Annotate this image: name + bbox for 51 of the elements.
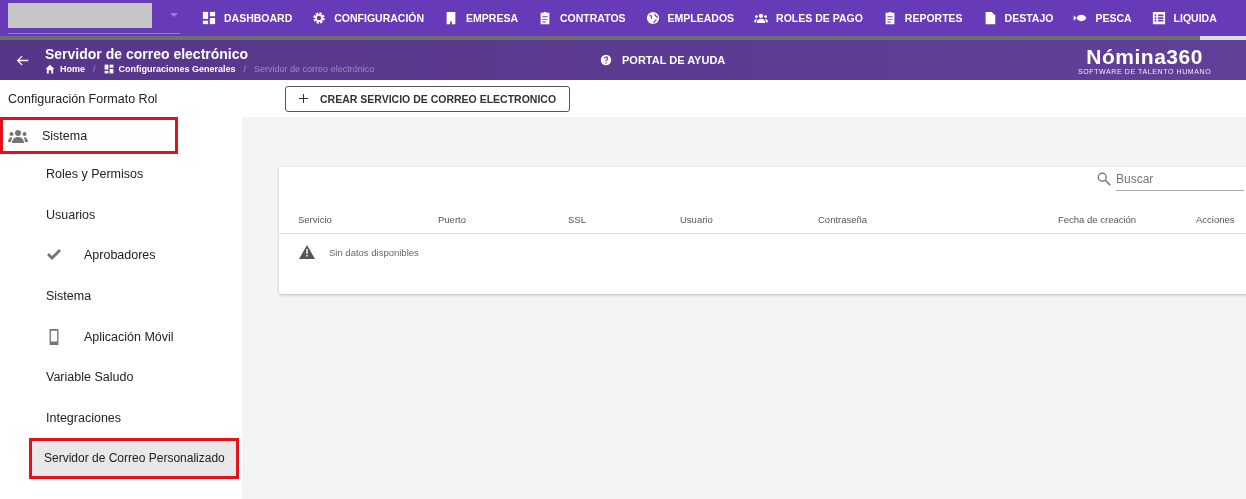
dashboard-icon — [202, 11, 216, 25]
company-select[interactable] — [8, 2, 180, 34]
globe-icon — [645, 11, 660, 25]
back-arrow-icon[interactable] — [16, 53, 29, 67]
column-header[interactable]: SSL — [568, 213, 680, 225]
nav-menu-item[interactable]: DASHBOARD — [192, 3, 303, 33]
column-header[interactable]: Usuario — [680, 213, 818, 225]
column-header[interactable]: Fecha de creación — [1058, 213, 1196, 225]
home-icon — [45, 64, 55, 74]
nav-menu-item[interactable]: LIQUIDA — [1141, 3, 1227, 33]
column-header[interactable]: Servicio — [298, 213, 438, 225]
sidebar-item[interactable]: Usuarios — [0, 194, 242, 236]
sidebar-item[interactable]: Aprobadores — [0, 235, 242, 276]
empty-message: Sin datos disponibles — [329, 246, 419, 258]
warning-icon — [299, 245, 315, 259]
list-icon — [1151, 11, 1166, 25]
nav-menu-item[interactable]: CONTRATOS — [528, 3, 636, 33]
sidebar-item[interactable]: Servidor de Correo Personalizado — [29, 438, 239, 479]
search-icon — [1097, 172, 1111, 186]
nav-menu-item[interactable]: PESCA — [1063, 3, 1142, 33]
nav-menu-item[interactable]: ROLES DE PAGO — [744, 3, 873, 33]
breadcrumb-separator: / — [243, 64, 247, 74]
sidebar-item[interactable]: Roles y Permisos — [0, 154, 242, 195]
help-portal-link[interactable]: PORTAL DE AYUDA — [622, 54, 726, 66]
sidebar-item[interactable]: Sistema — [0, 117, 178, 154]
plus-icon — [299, 94, 308, 103]
nav-menu-item[interactable]: EMPRESA — [434, 3, 529, 33]
people-icon — [754, 11, 769, 25]
breadcrumb-link[interactable]: Configuraciones Generales — [118, 64, 236, 74]
gear-icon — [312, 11, 327, 25]
sidebar-item[interactable]: Sistema — [0, 275, 242, 317]
breadcrumb-separator: / — [93, 64, 96, 74]
sidebar-item[interactable]: Variable Saludo — [0, 356, 242, 398]
sidebar-item[interactable]: Aplicación Móvil — [0, 316, 242, 357]
logo: Nómina360 — [1086, 45, 1203, 68]
sidebar-item[interactable]: Integraciones — [0, 397, 242, 439]
column-header[interactable]: Acciones — [1196, 213, 1246, 225]
people-icon — [8, 127, 28, 144]
sidebar-item[interactable]: Configuración Formato Rol — [0, 80, 242, 117]
dashboard-icon — [103, 64, 114, 74]
nav-menu-item[interactable]: CONFIGURACIÓN — [302, 3, 435, 33]
page-title: Servidor de correo electrónico — [45, 46, 250, 62]
search-field[interactable]: Buscar — [1116, 167, 1244, 191]
nav-menu-item[interactable]: REPORTES — [872, 3, 973, 33]
nav-menu-item[interactable]: EMPLEADOS — [635, 3, 745, 33]
column-header[interactable]: Contraseña — [818, 213, 1058, 225]
nav-menu-item[interactable]: DESTAJO — [972, 3, 1064, 33]
create-button[interactable]: CREAR SERVICIO DE CORREO ELECTRONICO — [285, 85, 571, 112]
breadcrumb-link[interactable]: Home — [60, 64, 85, 74]
help-icon — [600, 54, 612, 66]
column-header[interactable]: Puerto — [438, 213, 568, 225]
